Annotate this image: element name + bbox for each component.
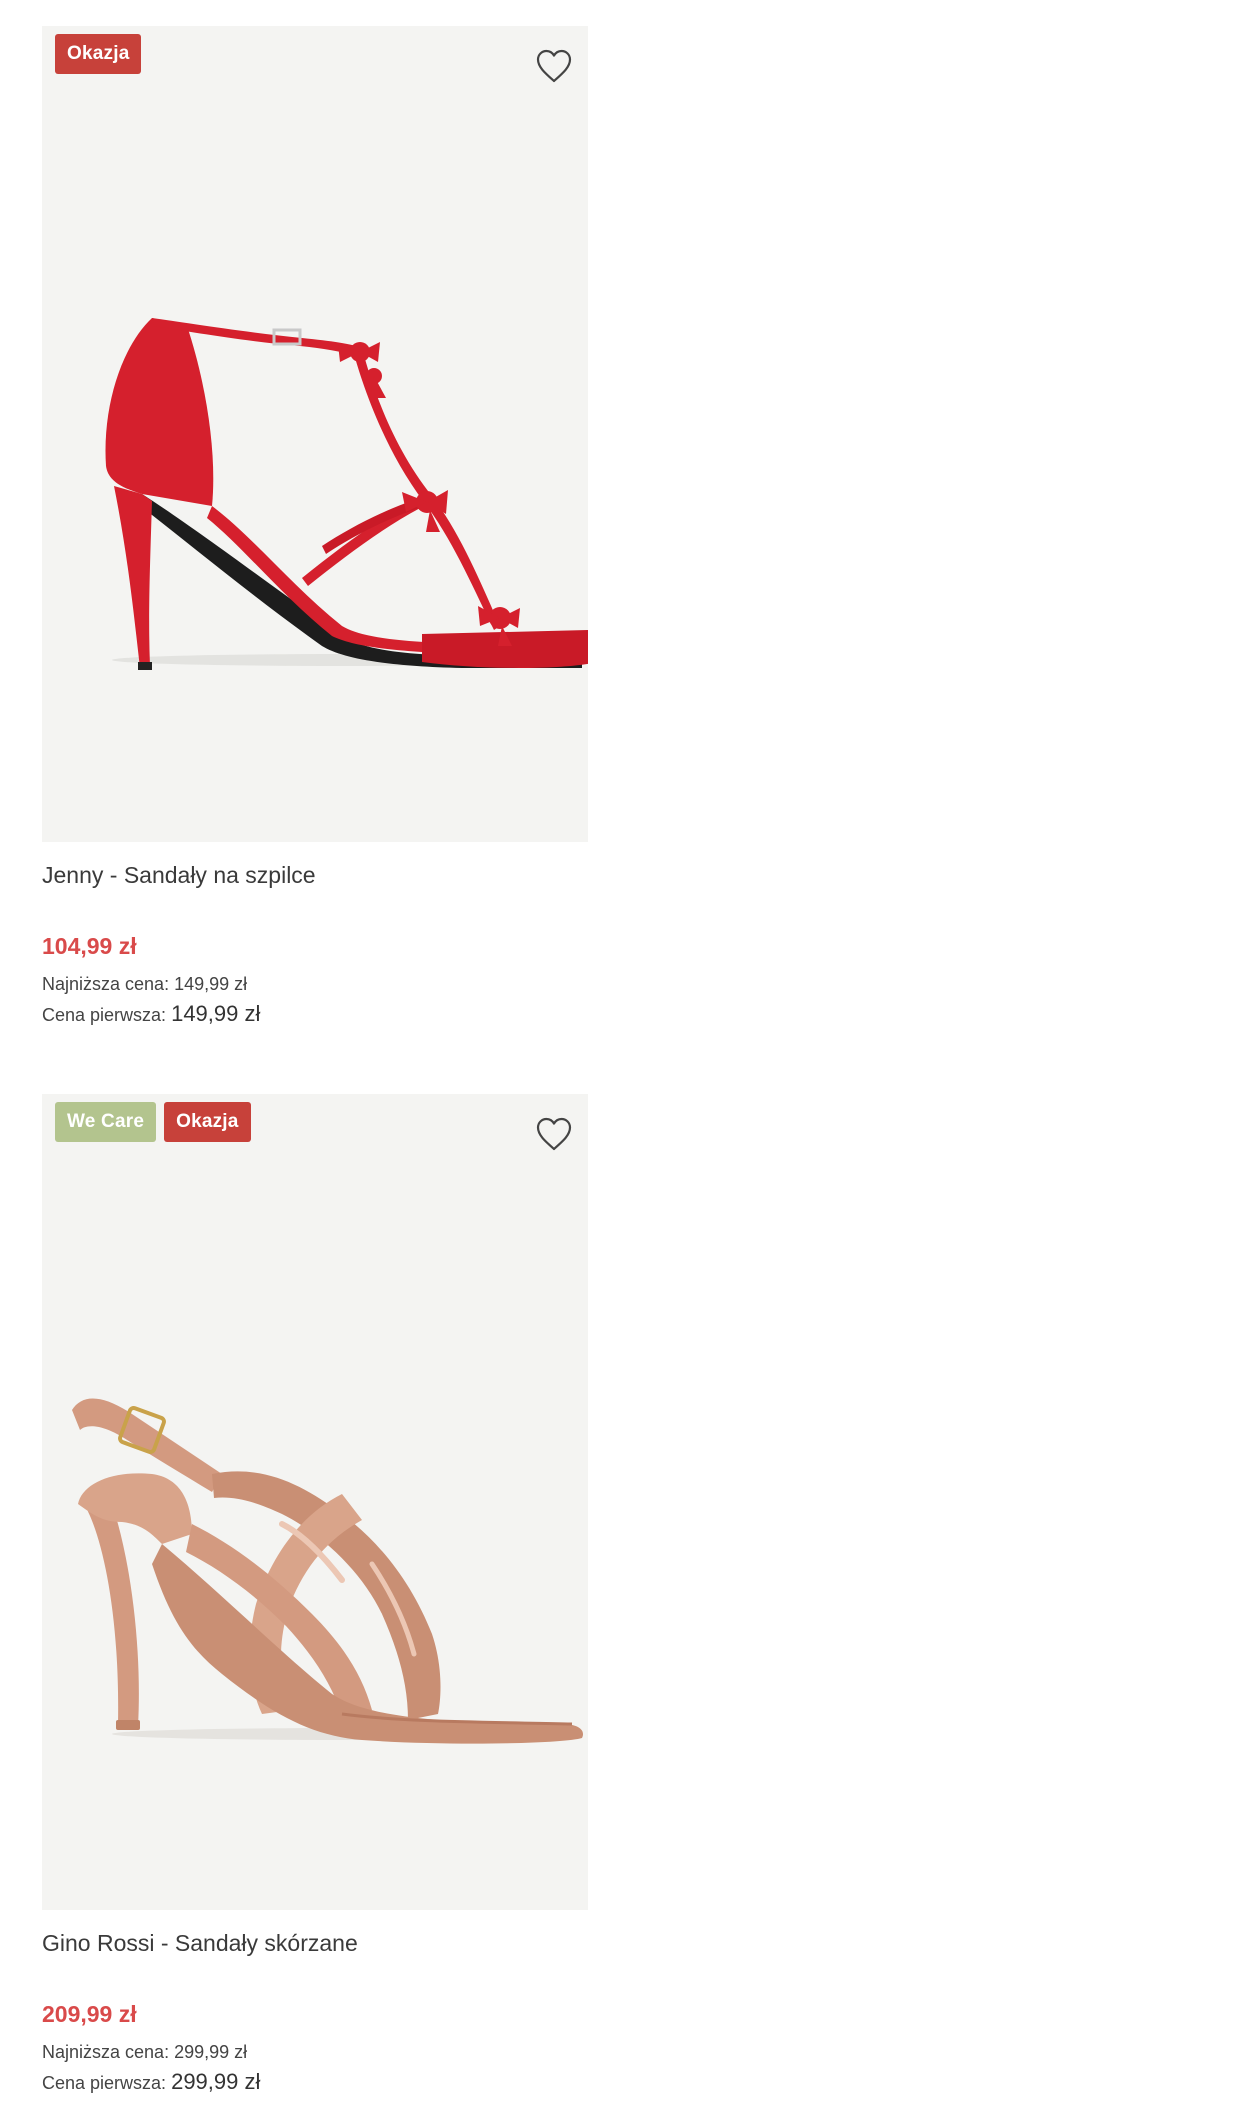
original-price-row: Cena pierwsza: 299,99 zł	[42, 2066, 588, 2099]
wishlist-button[interactable]	[530, 42, 578, 90]
lowest-price-label: Najniższa cena:	[42, 2042, 170, 2062]
original-price-row: Cena pierwsza: 149,99 zł	[42, 998, 588, 1031]
sale-badge: Okazja	[164, 1102, 251, 1142]
product-image-red-stiletto-sandal[interactable]	[42, 26, 588, 842]
original-price-label: Cena pierwsza:	[42, 2073, 167, 2093]
original-price-label: Cena pierwsza:	[42, 1005, 167, 1025]
original-price-value: 299,99 zł	[171, 2069, 261, 2094]
we-care-badge: We Care	[55, 1102, 157, 1142]
product-name[interactable]: Gino Rossi - Sandały skórzane	[42, 1926, 588, 1960]
original-price-value: 149,99 zł	[171, 1001, 261, 1026]
badge-group: Okazja	[55, 34, 142, 74]
heart-outline-icon	[536, 49, 572, 83]
product-image-container[interactable]: Okazja	[42, 26, 588, 842]
wishlist-button[interactable]	[530, 1110, 578, 1158]
sale-badge: Okazja	[55, 34, 142, 74]
lowest-price-row: Najniższa cena: 149,99 zł	[42, 970, 588, 998]
sale-price: 209,99 zł	[42, 2001, 137, 2027]
product-name[interactable]: Jenny - Sandały na szpilce	[42, 858, 588, 892]
heart-outline-icon	[536, 1117, 572, 1151]
sale-price: 104,99 zł	[42, 933, 137, 959]
lowest-price-row: Najniższa cena: 299,99 zł	[42, 2038, 588, 2066]
badge-group: We Care Okazja	[55, 1102, 251, 1142]
lowest-price-label: Najniższa cena:	[42, 974, 170, 994]
lowest-price-value: 149,99 zł	[174, 974, 248, 994]
lowest-price-value: 299,99 zł	[174, 2042, 248, 2062]
product-image-container[interactable]: We Care Okazja	[42, 1094, 588, 1910]
product-card[interactable]: We Care Okazja Gino Rossi - Sandały skór…	[42, 1094, 588, 2099]
product-card[interactable]: Okazja Jenny - Sandały na szpilce 104,99…	[42, 26, 588, 1031]
product-image-nude-leather-sandal[interactable]	[42, 1094, 588, 1910]
